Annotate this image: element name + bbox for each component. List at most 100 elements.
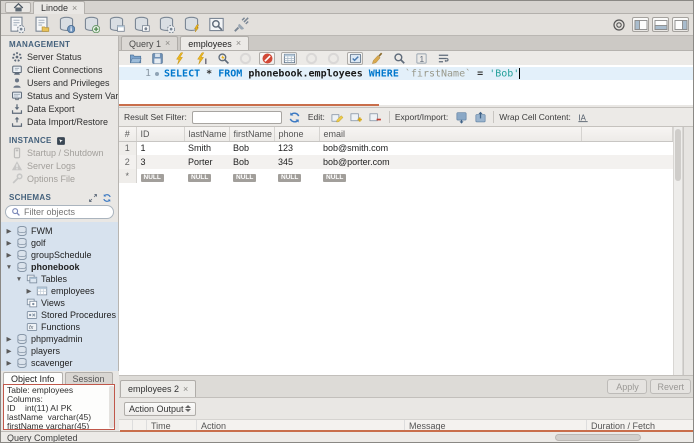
collapsed-arrow-icon[interactable]: ▶ [5, 227, 13, 235]
sidebar-item-server-logs[interactable]: Server Logs [1, 159, 118, 172]
tree-item-employees[interactable]: ▶ employees [1, 285, 118, 297]
tree-item-golf[interactable]: ▶ golf [1, 237, 118, 249]
result-grid-scrollbar-thumb[interactable] [675, 129, 681, 181]
tree-item-stored-procedures[interactable]: Stored Procedures [1, 309, 118, 321]
collapsed-arrow-icon[interactable]: ▶ [5, 239, 13, 247]
grid-cell-null[interactable]: NULL [274, 169, 319, 183]
collapsed-arrow-icon[interactable]: ▶ [5, 347, 13, 355]
tab-query-1[interactable]: Query 1 × [121, 36, 179, 50]
collapse-all-icon[interactable] [88, 193, 98, 203]
sql-editor[interactable]: 1 SELECT * FROM phonebook.employees WHER… [119, 65, 693, 105]
toggle-autocommit-button[interactable] [347, 51, 363, 65]
tab-employees-2[interactable]: employees 2 × [120, 380, 197, 397]
grid-cell[interactable]: 123 [274, 141, 319, 155]
result-set-filter-input[interactable] [191, 110, 282, 124]
table-row[interactable]: 1 1 Smith Bob 123 bob@smith.com [119, 141, 673, 155]
home-tab-button[interactable] [5, 2, 31, 13]
close-icon[interactable]: × [236, 39, 241, 48]
tab-employees[interactable]: employees × [180, 36, 250, 50]
tree-item-players[interactable]: ▶ players [1, 345, 118, 357]
result-grid[interactable]: # ID lastName firstName phone email 1 1 Smith Bo… [119, 127, 673, 375]
tree-item-tables[interactable]: ▼ Tables [1, 273, 118, 285]
column-header-firstname[interactable]: firstName [229, 127, 275, 142]
grid-cell[interactable]: Porter [184, 155, 229, 169]
create-view-button[interactable] [131, 15, 152, 34]
refresh-grid-button[interactable] [287, 110, 303, 124]
new-query-tab-button[interactable] [6, 15, 27, 34]
instance-actions-icon[interactable] [56, 136, 66, 146]
connection-status-button[interactable] [608, 15, 629, 34]
sidebar-item-options-file[interactable]: Options File [1, 172, 118, 185]
grid-cell[interactable]: Bob [229, 141, 274, 155]
stop-execution-button[interactable] [237, 52, 253, 65]
reconnect-dbms-button[interactable] [231, 15, 252, 34]
sidebar-item-client-connections[interactable]: Client Connections [1, 63, 118, 76]
column-header-phone[interactable]: phone [274, 127, 320, 142]
rollback-transaction-button[interactable] [325, 52, 341, 65]
column-header-email[interactable]: email [319, 127, 582, 142]
search-table-data-button[interactable] [206, 15, 227, 34]
tree-item-fwm[interactable]: ▶ FWM [1, 225, 118, 237]
schema-filter[interactable] [5, 205, 114, 219]
toggle-right-panel-button[interactable] [672, 17, 689, 32]
tree-item-scavenger[interactable]: ▶ scavenger [1, 357, 118, 369]
close-icon[interactable]: × [183, 384, 188, 394]
commit-transaction-button[interactable] [303, 52, 319, 65]
insert-new-row-button[interactable] [349, 110, 365, 124]
inspect-database-button[interactable] [56, 15, 77, 34]
collapsed-arrow-icon[interactable]: ▶ [5, 359, 13, 367]
apply-button[interactable]: Apply [607, 379, 648, 394]
invisible-characters-button[interactable]: 1 [413, 52, 429, 65]
limit-rows-button[interactable] [281, 51, 297, 65]
collapsed-arrow-icon[interactable]: ▶ [5, 251, 13, 259]
save-script-button[interactable] [149, 52, 165, 65]
sidebar-item-users-and-privileges[interactable]: Users and Privileges [1, 76, 118, 89]
refresh-schemas-icon[interactable] [102, 193, 112, 203]
create-schema-button[interactable] [81, 15, 102, 34]
column-header-row-number[interactable]: # [119, 127, 137, 142]
sidebar-item-startup-shutdown[interactable]: Startup / Shutdown [1, 146, 118, 159]
schema-filter-input[interactable] [24, 207, 104, 217]
explain-plan-button[interactable] [215, 52, 231, 65]
edit-current-row-button[interactable] [330, 110, 346, 124]
close-icon[interactable]: × [72, 3, 77, 13]
execute-statements-button[interactable] [171, 52, 187, 65]
open-script-file-button[interactable] [31, 15, 52, 34]
execute-current-statement-button[interactable] [193, 52, 209, 65]
import-records-button[interactable] [472, 110, 488, 124]
grid-cell[interactable]: Bob [229, 155, 274, 169]
create-procedure-button[interactable] [156, 15, 177, 34]
collapsed-arrow-icon[interactable]: ▶ [25, 287, 33, 295]
new-row[interactable]: * NULL NULL NULL NULL NULL [119, 169, 673, 183]
grid-cell-null[interactable]: NULL [136, 169, 184, 183]
sidebar-item-data-export[interactable]: Data Export [1, 102, 118, 115]
tree-item-groupschedule[interactable]: ▶ groupSchedule [1, 249, 118, 261]
collapsed-arrow-icon[interactable]: ▶ [5, 335, 13, 343]
find-panel-button[interactable] [391, 52, 407, 65]
toggle-stop-on-error-button[interactable] [259, 51, 275, 65]
table-row[interactable]: 2 3 Porter Bob 345 bob@porter.com [119, 155, 673, 169]
grid-cell-null[interactable]: NULL [184, 169, 229, 183]
grid-cell[interactable]: bob@porter.com [319, 155, 581, 169]
output-selector[interactable]: Action Output [124, 401, 196, 416]
beautify-script-button[interactable] [369, 52, 385, 65]
toggle-bottom-panel-button[interactable] [652, 17, 669, 32]
tree-item-functions[interactable]: fx Functions [1, 321, 118, 333]
sidebar-item-server-status[interactable]: Server Status [1, 50, 118, 63]
horizontal-scrollbar-thumb[interactable] [555, 434, 641, 441]
delete-selected-rows-button[interactable] [368, 110, 384, 124]
toggle-left-panel-button[interactable] [632, 17, 649, 32]
grid-cell[interactable]: 3 [136, 155, 184, 169]
grid-cell[interactable]: 1 [136, 141, 184, 155]
column-header-id[interactable]: ID [136, 127, 185, 142]
open-script-button[interactable] [127, 52, 143, 65]
grid-cell[interactable]: Smith [184, 141, 229, 155]
grid-cell-null[interactable]: NULL [319, 169, 581, 183]
column-header-lastname[interactable]: lastName [184, 127, 230, 142]
tree-item-phonebook[interactable]: ▼ phonebook [1, 261, 118, 273]
create-function-button[interactable] [181, 15, 202, 34]
expanded-arrow-icon[interactable]: ▼ [15, 276, 23, 283]
grid-cell-null[interactable]: NULL [229, 169, 274, 183]
wrap-text-button[interactable] [435, 52, 451, 65]
grid-cell[interactable]: 345 [274, 155, 319, 169]
